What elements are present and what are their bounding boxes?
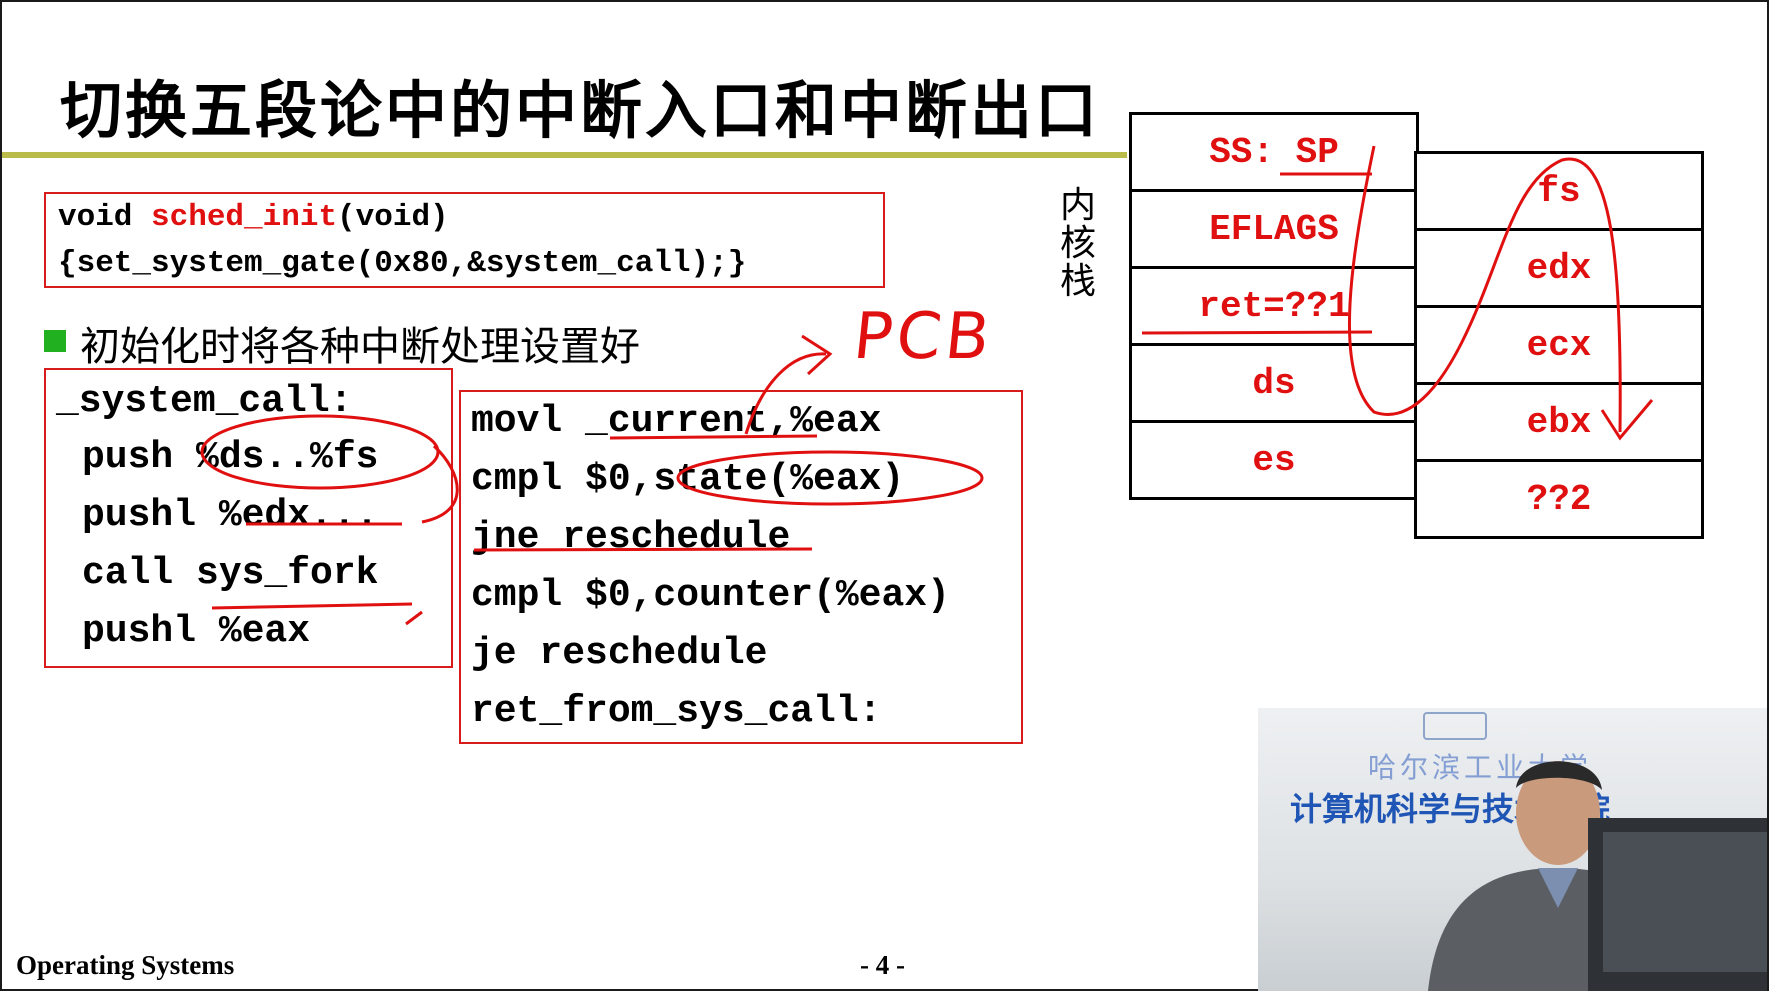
stack-cell-es: es <box>1129 420 1419 500</box>
set-system-gate-line: {set_system_gate(0x80,&system_call);} <box>58 246 747 281</box>
stack-cell-ecx: ecx <box>1414 305 1704 385</box>
stack-cell-2: ??2 <box>1414 459 1704 539</box>
footer-course-name: Operating Systems <box>16 950 235 980</box>
ret-from-sys-call-box: movl _current,%eax cmpl $0,state(%eax) j… <box>459 390 1023 744</box>
code-line-cmpl-counter: cmpl $0,counter(%eax) <box>471 574 950 617</box>
code-line-je: je reschedule <box>471 632 768 675</box>
stack-cell-ebx: ebx <box>1414 382 1704 462</box>
sched-init-name: sched_init <box>151 200 338 235</box>
lecturer-video: 哈尔滨工业大学 计算机科学与技术学院 <box>1258 708 1767 991</box>
title-divider <box>2 152 1127 158</box>
sched-init-signature: void sched_init(void) <box>58 200 449 235</box>
stack-cell-ds: ds <box>1129 343 1419 423</box>
stack-cell-edx: edx <box>1414 228 1704 308</box>
page-number: - 4 - <box>860 950 905 980</box>
void-keyword: void <box>58 200 152 235</box>
lecturer-figure <box>1428 761 1767 991</box>
stack-cell-fs: fs <box>1414 151 1704 231</box>
stack-cell-ret1: ret=??1 <box>1129 266 1419 346</box>
slide-title: 切换五段论中的中断入口和中断出口 <box>60 74 1101 147</box>
stack-cell-eflags: EFLAGS <box>1129 189 1419 269</box>
pcb-annotation: PCB <box>850 300 998 374</box>
code-line-pushl-eax: pushl %eax <box>82 610 311 653</box>
kernel-stack-label: 内 核 栈 <box>1058 187 1098 301</box>
system-call-label: _system_call: <box>56 380 353 423</box>
code-line-ret-from-sys-call: ret_from_sys_call: <box>471 690 882 733</box>
code-line-call-sys-fork: call sys_fork <box>82 552 379 595</box>
sched-init-box: void sched_init(void) {set_system_gate(0… <box>44 192 885 288</box>
stack-cell-ss-sp: SS: SP <box>1129 112 1419 192</box>
system-call-box: _system_call: push %ds..%fs pushl %edx..… <box>44 368 453 668</box>
code-line-jne: jne reschedule <box>471 516 791 559</box>
code-line-push: push %ds..%fs <box>82 436 379 479</box>
sched-init-params: (void) <box>337 200 449 235</box>
kernel-stack-label-text: 内 核 栈 <box>1059 185 1096 302</box>
code-line-movl: movl _current,%eax <box>471 400 882 443</box>
code-line-cmpl-state: cmpl $0,state(%eax) <box>471 458 905 501</box>
bullet-text: 初始化时将各种中断处理设置好 <box>80 324 640 370</box>
bullet-square-icon <box>44 330 66 352</box>
code-line-pushl-edx: pushl %edx... <box>82 494 379 537</box>
